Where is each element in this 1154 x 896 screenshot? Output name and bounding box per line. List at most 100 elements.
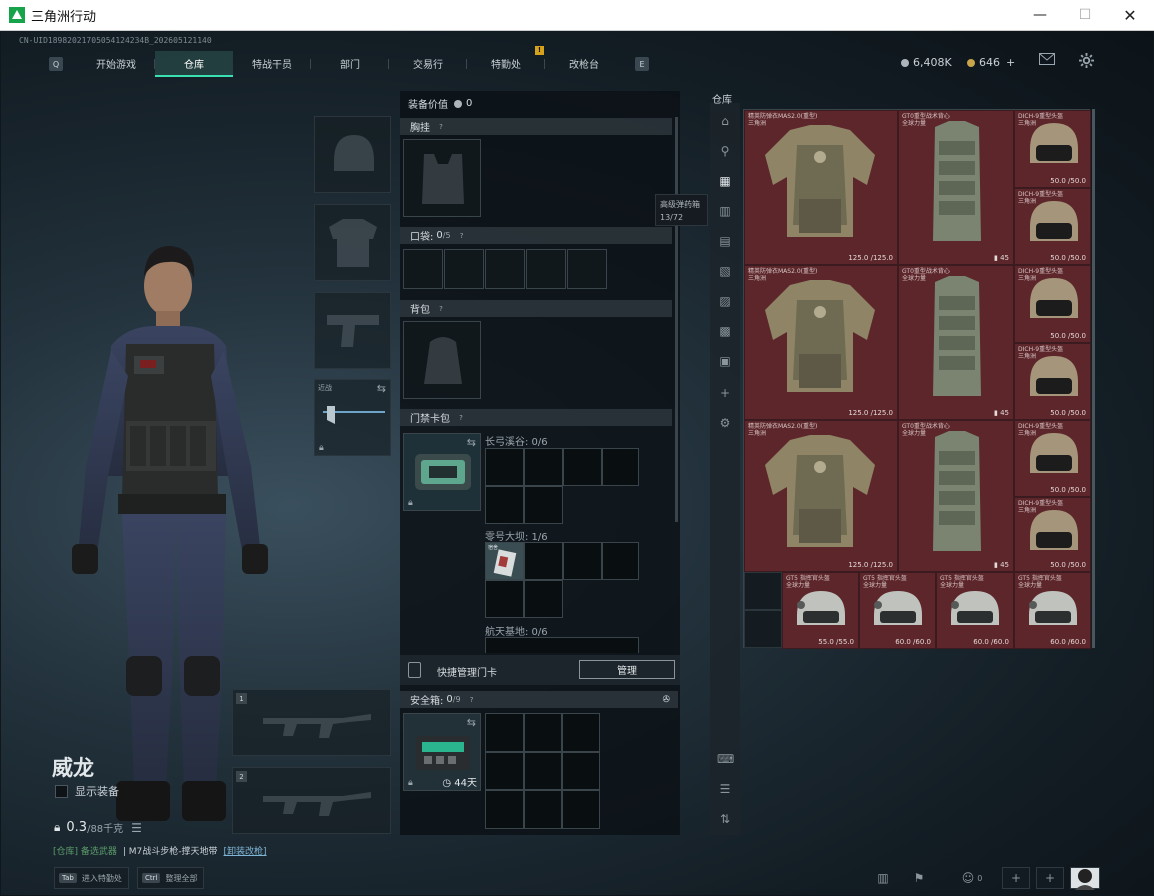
panel-scrollbar[interactable]	[675, 117, 678, 522]
close-button[interactable]: ✕	[1107, 0, 1153, 30]
category-weapons-icon[interactable]: ⚲	[717, 143, 733, 159]
hint-special-ops[interactable]: Tab 进入特勤处	[54, 867, 129, 889]
tab-market[interactable]: 交易行	[389, 51, 467, 77]
keycard-cell[interactable]	[524, 580, 563, 618]
swap-icon[interactable]: ⇆	[377, 382, 386, 395]
tab-warehouse[interactable]: 仓库	[155, 51, 233, 77]
nav-next-key[interactable]: E	[635, 57, 649, 71]
keycard-cell[interactable]	[485, 486, 524, 524]
settings-icon[interactable]	[1078, 53, 1094, 68]
warehouse-item-helmet2[interactable]: GT5 指挥官头盔 全球力量 60.0 /60.0	[859, 572, 936, 649]
keycard-cell[interactable]	[563, 542, 602, 580]
warehouse-scrollbar[interactable]	[1092, 109, 1095, 648]
safe-box-slot[interactable]: ⇆ 🔒︎ ◷ 44天	[403, 713, 481, 791]
warehouse-item-helmet2[interactable]: GT5 指挥官头盔 全球力量 60.0 /60.0	[936, 572, 1014, 649]
show-equipment-checkbox[interactable]	[55, 784, 68, 798]
category-ammo-icon[interactable]: ▦	[717, 173, 733, 189]
hint-sort-all[interactable]: Ctrl 整理全部	[137, 867, 205, 889]
safe-cell[interactable]	[562, 752, 600, 790]
safe-cell[interactable]	[562, 713, 600, 752]
category-gear-icon[interactable]: ▥	[717, 203, 733, 219]
keycard-cell[interactable]	[485, 580, 524, 618]
pocket-slot[interactable]	[485, 249, 525, 289]
sell-icon[interactable]: ⌨	[717, 751, 734, 767]
pocket-slot[interactable]	[526, 249, 566, 289]
safe-cell[interactable]	[485, 713, 524, 752]
chest-rig-slot[interactable]	[403, 139, 481, 217]
safe-cell[interactable]	[524, 752, 562, 790]
warehouse-item-armor[interactable]: 精英防弹衣MAS2.0(重型) 三角洲 125.0 /125.0	[744, 265, 898, 420]
nav-prev-key[interactable]: Q	[49, 57, 63, 71]
manage-button[interactable]: 管理	[579, 660, 675, 679]
flag-icon[interactable]: ⚑	[905, 867, 933, 889]
safe-cell[interactable]	[562, 790, 600, 829]
tab-start-game[interactable]: 开始游戏	[77, 51, 155, 77]
stats-icon[interactable]: ▥	[869, 867, 897, 889]
swap-icon[interactable]: ⇆	[467, 436, 476, 449]
warehouse-item-helmet[interactable]: DICH-9重型头盔 三角洲 50.0 /50.0	[1014, 497, 1091, 572]
pistol-slot[interactable]	[314, 292, 391, 369]
category-meds-icon[interactable]: ▤	[717, 233, 733, 249]
swap-icon[interactable]: ⇆	[467, 716, 476, 729]
tab-operators[interactable]: 特战干员	[233, 51, 311, 77]
help-icon[interactable]: ?	[436, 304, 446, 314]
category-misc-icon[interactable]: ▨	[717, 293, 733, 309]
all-items-icon[interactable]: ⌂	[717, 113, 733, 129]
keycard-cell[interactable]	[485, 637, 639, 653]
warehouse-item-armor[interactable]: 精英防弹衣MAS2.0(重型) 三角洲 125.0 /125.0	[744, 420, 898, 572]
category-keys-icon[interactable]: ▧	[717, 263, 733, 279]
warehouse-item-helmet[interactable]: DICH-9重型头盔 三角洲 50.0 /50.0	[1014, 188, 1091, 265]
pocket-slot[interactable]	[403, 249, 443, 289]
invite-slot-plus-icon[interactable]: +	[1002, 867, 1030, 889]
safe-cell[interactable]	[485, 790, 524, 829]
sort-icon[interactable]: ⇅	[717, 811, 733, 827]
warehouse-item-helmet[interactable]: DICH-9重型头盔 三角洲 50.0 /50.0	[1014, 343, 1091, 420]
unequip-mod-link[interactable]: [卸装改枪]	[224, 844, 267, 857]
keycard-cell[interactable]	[524, 542, 563, 580]
melee-slot[interactable]: 近战 ⇆ 🔒︎	[314, 379, 391, 456]
armor-slot[interactable]	[314, 204, 391, 281]
warehouse-item-helmet[interactable]: DICH-9重型头盔 三角洲 50.0 /50.0	[1014, 420, 1091, 497]
strip-settings-icon[interactable]: ⚙	[717, 415, 733, 431]
category-collect-icon[interactable]: ▩	[717, 323, 733, 339]
backpack-slot[interactable]	[403, 321, 481, 399]
help-icon[interactable]: ?	[456, 413, 466, 423]
warehouse-item-helmet2[interactable]: GT5 指挥官头盔 全球力量 55.0 /55.0	[782, 572, 859, 649]
tab-department[interactable]: 部门	[311, 51, 389, 77]
keycard-cell[interactable]	[485, 448, 524, 486]
warehouse-item-rig[interactable]: GT0重型战术背心 全球力量 ▮ 45	[898, 110, 1014, 265]
minimize-button[interactable]: —	[1017, 0, 1063, 30]
help-icon[interactable]: ?	[467, 695, 477, 705]
avatar[interactable]	[1070, 867, 1100, 890]
list-icon[interactable]: ☰	[131, 821, 142, 835]
maximize-button[interactable]: ☐	[1062, 0, 1108, 30]
helmet-slot[interactable]	[314, 116, 391, 193]
pocket-slot[interactable]	[567, 249, 607, 289]
pocket-slot[interactable]	[444, 249, 484, 289]
keycard-cell[interactable]	[524, 448, 563, 486]
keycard-cell[interactable]	[602, 542, 639, 580]
warehouse-item-rig[interactable]: GT0重型战术背心 全球力量 ▮ 45	[898, 265, 1014, 420]
warehouse-item-helmet2[interactable]: GT5 指挥官头盔 全球力量 60.0 /60.0	[1014, 572, 1091, 649]
keycard-cell[interactable]	[524, 486, 563, 524]
pin-icon[interactable]: ✇	[662, 695, 670, 705]
help-icon[interactable]: ?	[457, 231, 467, 241]
help-icon[interactable]: ?	[436, 122, 446, 132]
show-equipment-toggle[interactable]: 显示装备	[55, 783, 119, 799]
primary-weapon-slot-2[interactable]: 2	[232, 767, 391, 834]
add-currency-button[interactable]: +	[1006, 56, 1015, 69]
primary-weapon-slot-1[interactable]: 1	[232, 689, 391, 756]
warehouse-item-helmet[interactable]: DICH-9重型头盔 三角洲 50.0 /50.0	[1014, 265, 1091, 343]
layers-icon[interactable]: ☰	[717, 781, 733, 797]
invite-slot-plus-icon[interactable]: +	[1036, 867, 1064, 889]
keycard-cell[interactable]	[563, 448, 602, 486]
warehouse-empty-cell[interactable]	[744, 610, 782, 648]
plus-icon[interactable]: +	[717, 385, 733, 401]
warehouse-empty-cell[interactable]	[744, 572, 782, 610]
safe-cell[interactable]	[524, 713, 562, 752]
ticket-balance[interactable]: 646 +	[967, 56, 1015, 69]
warehouse-item-rig[interactable]: GT0重型战术背心 全球力量 ▮ 45	[898, 420, 1014, 572]
warehouse-item-helmet[interactable]: DICH-9重型头盔 三角洲 50.0 /50.0	[1014, 110, 1091, 188]
keycard-cell[interactable]	[602, 448, 639, 486]
tab-special-ops[interactable]: 特勤处	[467, 51, 545, 77]
